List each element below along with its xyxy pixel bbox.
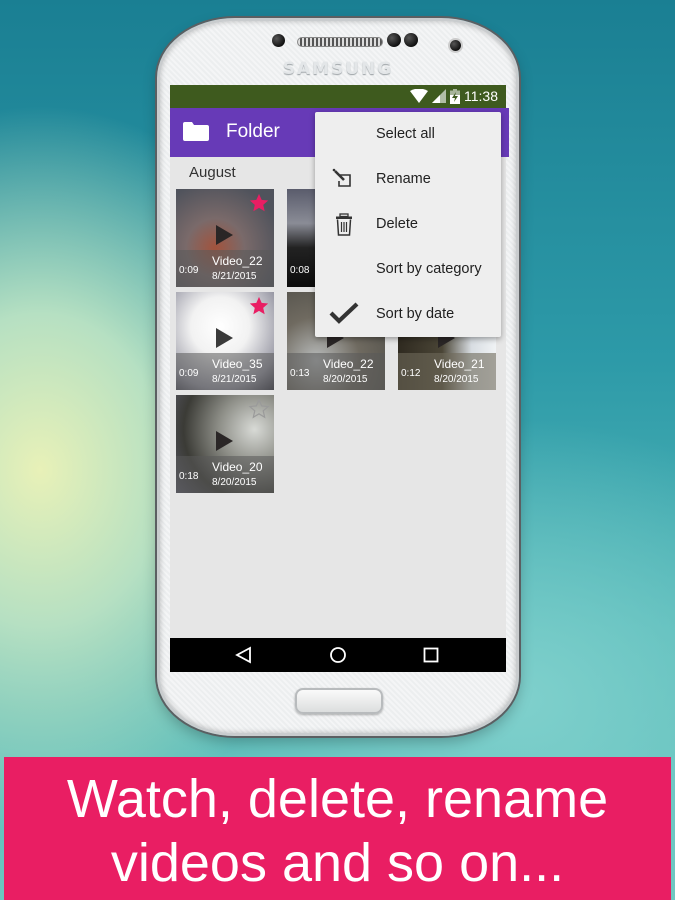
video-name: Video_20 <box>212 460 263 474</box>
battery-charging-icon <box>450 88 460 104</box>
menu-item-label: Select all <box>376 126 435 142</box>
section-header: August <box>189 164 236 181</box>
video-name: Video_21 <box>434 357 485 371</box>
video-name: Video_22 <box>212 254 263 268</box>
back-icon[interactable] <box>233 644 255 666</box>
video-date: 8/20/2015 <box>434 374 479 385</box>
device-brand: SAMSUNG <box>282 59 394 79</box>
favorite-star-outline-icon[interactable] <box>248 398 270 420</box>
menu-item-label: Rename <box>376 171 431 187</box>
front-camera-icon <box>450 40 461 51</box>
video-tile[interactable]: 0:09 Video_35 8/21/2015 <box>176 292 274 390</box>
play-icon[interactable] <box>216 431 233 451</box>
menu-item-sort-by-category[interactable]: Sort by category <box>315 247 501 292</box>
menu-item-label: Sort by date <box>376 306 455 322</box>
video-date: 8/21/2015 <box>212 271 257 282</box>
menu-item-delete[interactable]: Delete <box>315 202 501 247</box>
menu-item-sort-by-date[interactable]: Sort by date <box>315 292 501 337</box>
video-duration: 0:13 <box>290 368 310 379</box>
folder-icon[interactable] <box>183 122 209 141</box>
menu-item-rename[interactable]: Rename <box>315 157 501 202</box>
video-tile[interactable]: 0:18 Video_20 8/20/2015 <box>176 395 274 493</box>
menu-item-label: Delete <box>376 216 418 232</box>
overflow-menu: Select all Rename Delete Sort by categor… <box>315 112 501 337</box>
favorite-star-icon[interactable] <box>248 192 270 214</box>
play-icon[interactable] <box>216 225 233 245</box>
menu-item-select-all[interactable]: Select all <box>315 112 501 157</box>
phone-screen: 11:38 Folder August 0:09 Video_22 8/21/2… <box>170 85 509 672</box>
trash-icon <box>336 213 352 236</box>
signal-icon <box>432 89 446 103</box>
video-duration: 0:18 <box>179 471 199 482</box>
promo-banner: Watch, delete, rename videos and so on..… <box>4 757 671 900</box>
video-date: 8/20/2015 <box>212 477 257 488</box>
video-duration: 0:12 <box>401 368 421 379</box>
video-date: 8/21/2015 <box>212 374 257 385</box>
navigation-bar <box>170 638 506 672</box>
play-icon[interactable] <box>216 328 233 348</box>
sensor-dot <box>404 33 418 47</box>
promo-text: Watch, delete, rename videos and so on..… <box>4 767 671 895</box>
proximity-sensor <box>272 34 285 47</box>
favorite-star-icon[interactable] <box>248 295 270 317</box>
status-bar: 11:38 <box>170 85 506 108</box>
video-date: 8/20/2015 <box>323 374 368 385</box>
app-title: Folder <box>226 121 280 142</box>
video-name: Video_22 <box>323 357 374 371</box>
promo-line-2: videos and so on... <box>110 833 565 893</box>
video-name: Video_35 <box>212 357 263 371</box>
home-icon[interactable] <box>327 644 349 666</box>
sensor-dot <box>387 33 401 47</box>
video-duration: 0:09 <box>179 265 199 276</box>
promo-line-1: Watch, delete, rename <box>66 769 609 829</box>
status-time: 11:38 <box>464 88 498 104</box>
video-tile[interactable]: 0:09 Video_22 8/21/2015 <box>176 189 274 287</box>
menu-item-label: Sort by category <box>376 261 482 277</box>
hardware-home-button[interactable] <box>295 688 383 714</box>
rename-icon <box>332 168 351 187</box>
video-duration: 0:09 <box>179 368 199 379</box>
recents-icon[interactable] <box>420 644 442 666</box>
wifi-icon <box>410 89 428 103</box>
video-duration: 0:08 <box>290 265 310 276</box>
earpiece-speaker <box>297 37 383 47</box>
checkmark-icon <box>329 302 359 324</box>
